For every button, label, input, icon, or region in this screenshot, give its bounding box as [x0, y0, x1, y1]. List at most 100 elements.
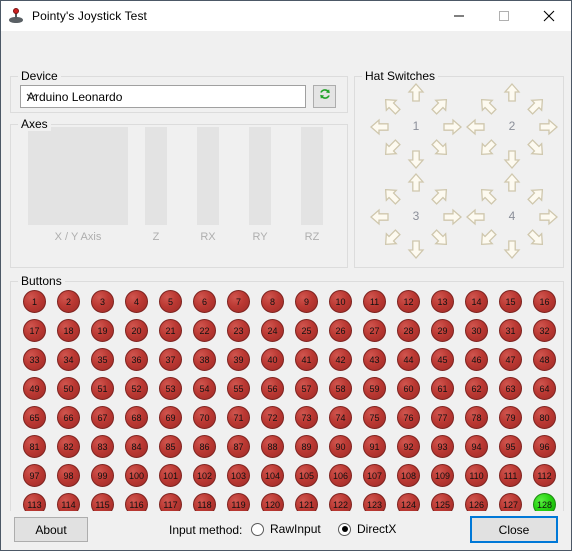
joystick-button-label: 79	[505, 412, 516, 423]
joystick-button-33: 33	[23, 348, 46, 371]
joystick-button-label: 10	[335, 296, 346, 307]
joystick-button-label: 110	[469, 470, 484, 481]
joystick-button-label: 37	[165, 354, 176, 365]
joystick-button-107: 107	[363, 464, 386, 487]
joystick-button-99: 99	[91, 464, 114, 487]
joystick-button-label: 23	[233, 325, 244, 336]
device-dropdown[interactable]: Arduino Leonardo	[20, 85, 306, 108]
hat-1-arrow-up-icon	[406, 83, 426, 103]
joystick-button-88: 88	[261, 435, 284, 458]
joystick-button-21: 21	[159, 319, 182, 342]
refresh-button[interactable]	[313, 85, 336, 108]
joystick-button-73: 73	[295, 406, 318, 429]
hat-1-arrow-down-icon	[406, 149, 426, 169]
device-group: Device Arduino Leonardo	[10, 69, 348, 113]
joystick-button-11: 11	[363, 290, 386, 313]
joystick-button-89: 89	[295, 435, 318, 458]
joystick-button-label: 53	[165, 383, 176, 394]
joystick-button-label: 27	[369, 325, 380, 336]
joystick-button-label: 86	[199, 441, 210, 452]
joystick-button-40: 40	[261, 348, 284, 371]
joystick-button-label: 3	[99, 296, 105, 307]
joystick-button-label: 78	[471, 412, 482, 423]
joystick-button-39: 39	[227, 348, 250, 371]
hat-switches-group: Hat Switches 1 2 3 4	[354, 69, 564, 268]
joystick-button-label: 93	[437, 441, 448, 452]
joystick-button-label: 75	[369, 412, 380, 423]
hat-switch-3: 3	[368, 173, 464, 263]
close-icon[interactable]	[526, 1, 571, 31]
joystick-button-label: 17	[29, 325, 40, 336]
joystick-button-label: 87	[233, 441, 244, 452]
joystick-button-label: 66	[63, 412, 74, 423]
joystick-button-label: 112	[537, 470, 552, 481]
axis-indicator-xyaxis	[28, 127, 128, 225]
joystick-button-59: 59	[363, 377, 386, 400]
joystick-button-12: 12	[397, 290, 420, 313]
maximize-icon[interactable]	[481, 1, 526, 31]
joystick-button-95: 95	[499, 435, 522, 458]
joystick-button-62: 62	[465, 377, 488, 400]
joystick-button-52: 52	[125, 377, 148, 400]
hat-3-arrow-up-left-icon	[378, 182, 406, 210]
joystick-button-48: 48	[533, 348, 556, 371]
axis-label: RZ	[304, 231, 320, 243]
hat-switch-number: 1	[412, 119, 420, 133]
hat-switch-1: 1	[368, 83, 464, 173]
buttons-group: Buttons 1 2 3 4 5 6 7 8 9 10 11 12 13 14 15 16 17 18 19 20 2…	[10, 274, 564, 542]
radio-directx[interactable]: DirectX	[338, 522, 396, 536]
joystick-button-label: 6	[201, 296, 207, 307]
joystick-button-86: 86	[193, 435, 216, 458]
joystick-button-label: 69	[165, 412, 176, 423]
close-button[interactable]: Close	[470, 516, 558, 543]
hat-4-arrow-down-right-icon	[522, 224, 550, 252]
joystick-button-2: 2	[57, 290, 80, 313]
joystick-button-label: 20	[131, 325, 142, 336]
joystick-button-label: 123	[366, 499, 383, 510]
joystick-button-label: 46	[471, 354, 482, 365]
footer-bar: About Input method: RawInput DirectX Clo…	[1, 511, 571, 550]
joystick-button-83: 83	[91, 435, 114, 458]
joystick-button-label: 51	[97, 383, 108, 394]
about-button[interactable]: About	[14, 517, 88, 542]
joystick-button-label: 60	[403, 383, 414, 394]
minimize-icon[interactable]	[436, 1, 481, 31]
joystick-button-label: 32	[539, 325, 550, 336]
joystick-button-label: 91	[369, 441, 380, 452]
joystick-button-label: 57	[301, 383, 312, 394]
joystick-button-label: 14	[471, 296, 482, 307]
joystick-button-36: 36	[125, 348, 148, 371]
joystick-button-label: 24	[267, 325, 278, 336]
joystick-button-label: 39	[233, 354, 244, 365]
joystick-button-label: 109	[434, 470, 451, 481]
joystick-button-label: 83	[97, 441, 108, 452]
joystick-button-label: 120	[264, 499, 281, 510]
joystick-button-110: 110	[465, 464, 488, 487]
joystick-button-label: 64	[539, 383, 550, 394]
joystick-button-68: 68	[125, 406, 148, 429]
joystick-button-13: 13	[431, 290, 454, 313]
joystick-button-19: 19	[91, 319, 114, 342]
joystick-button-label: 21	[165, 325, 176, 336]
joystick-button-label: 90	[335, 441, 346, 452]
radio-rawinput[interactable]: RawInput	[251, 522, 321, 536]
hat-4-arrow-up-left-icon	[474, 182, 502, 210]
joystick-button-63: 63	[499, 377, 522, 400]
joystick-button-27: 27	[363, 319, 386, 342]
joystick-button-87: 87	[227, 435, 250, 458]
joystick-button-25: 25	[295, 319, 318, 342]
hat-4-arrow-up-right-icon	[522, 182, 550, 210]
hat-4-arrow-down-left-icon	[474, 224, 502, 252]
joystick-button-label: 81	[29, 441, 40, 452]
joystick-button-28: 28	[397, 319, 420, 342]
joystick-button-label: 52	[131, 383, 142, 394]
joystick-button-14: 14	[465, 290, 488, 313]
window-controls	[436, 1, 571, 31]
joystick-button-32: 32	[533, 319, 556, 342]
axis-indicator-rx	[197, 127, 219, 225]
joystick-button-51: 51	[91, 377, 114, 400]
joystick-button-101: 101	[159, 464, 182, 487]
joystick-button-label: 62	[471, 383, 482, 394]
joystick-button-46: 46	[465, 348, 488, 371]
hat-3-arrow-up-right-icon	[426, 182, 454, 210]
